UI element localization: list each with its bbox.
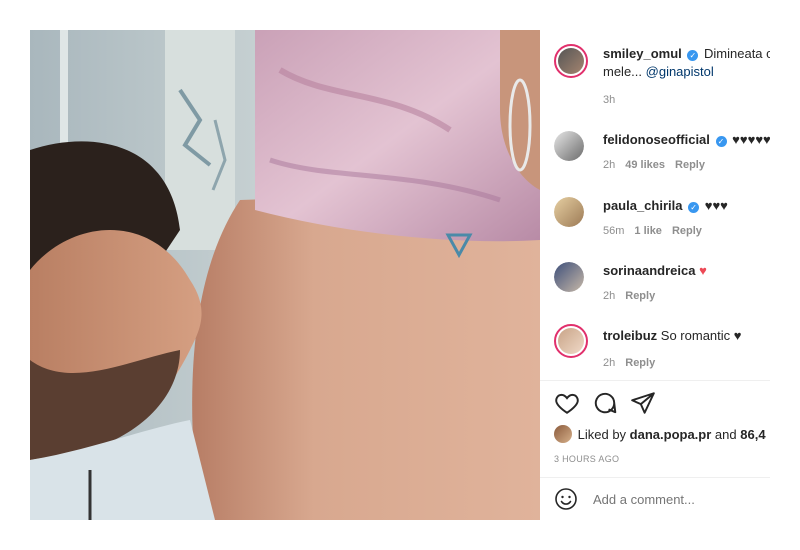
- comment-username[interactable]: troleibuz: [603, 328, 657, 343]
- comment-icon[interactable]: [592, 390, 618, 421]
- commenter-avatar[interactable]: [554, 324, 588, 358]
- comment-time: 2h: [603, 357, 616, 369]
- comment-username[interactable]: felidonoseofficial: [603, 132, 710, 147]
- author-avatar[interactable]: [554, 44, 588, 78]
- liked-by: Liked by dana.popa.pr and 86,4: [554, 425, 766, 443]
- liker-avatar[interactable]: [554, 425, 572, 443]
- comment-likes[interactable]: 1 like: [634, 225, 662, 237]
- mention-link[interactable]: @ginapistol: [646, 64, 714, 79]
- caption-text: Dimineata cu: [704, 46, 770, 61]
- author-username[interactable]: smiley_omul: [603, 46, 682, 61]
- heart-icon[interactable]: [554, 390, 580, 421]
- liker-username[interactable]: dana.popa.pr: [630, 427, 712, 442]
- comment-time: 56m: [603, 225, 625, 237]
- commenter-avatar[interactable]: [554, 131, 584, 161]
- post-timestamp: 3 HOURS AGO: [554, 454, 620, 464]
- add-comment-row: [540, 478, 770, 520]
- comment-text: ♥♥♥♥♥: [732, 132, 770, 147]
- comment-username[interactable]: sorinaandreica: [603, 263, 696, 278]
- likes-count[interactable]: 86,4: [740, 427, 765, 442]
- comment-likes[interactable]: 49 likes: [625, 159, 665, 171]
- reply-button[interactable]: Reply: [672, 225, 702, 237]
- verified-badge-icon: ✓: [715, 136, 727, 147]
- commenter-avatar[interactable]: [554, 197, 584, 227]
- comments-panel: smiley_omul ✓ Dimineata cu mele... @gina…: [540, 30, 770, 520]
- caption-time: 3h: [603, 94, 616, 106]
- liked-by-and: and: [714, 427, 737, 442]
- caption-text-cont: mele...: [603, 64, 643, 79]
- comment-time: 2h: [603, 290, 616, 302]
- verified-badge-icon: ✓: [688, 202, 700, 213]
- comment-text: So romantic ♥: [660, 328, 742, 343]
- emoji-icon[interactable]: [554, 487, 578, 516]
- comment-text: ♥♥♥: [704, 198, 728, 213]
- reply-button[interactable]: Reply: [675, 159, 705, 171]
- reply-button[interactable]: Reply: [625, 290, 655, 302]
- comment-time: 2h: [603, 159, 616, 171]
- reply-button[interactable]: Reply: [625, 357, 655, 369]
- post-photo[interactable]: [30, 30, 540, 520]
- verified-badge-icon: ✓: [687, 50, 699, 61]
- liked-by-prefix: Liked by: [577, 427, 627, 442]
- share-icon[interactable]: [630, 390, 656, 421]
- divider: [540, 380, 770, 381]
- comment-text: ♥: [699, 263, 707, 278]
- commenter-avatar[interactable]: [554, 262, 584, 292]
- add-comment-input[interactable]: [593, 492, 763, 507]
- comment-username[interactable]: paula_chirila: [603, 198, 682, 213]
